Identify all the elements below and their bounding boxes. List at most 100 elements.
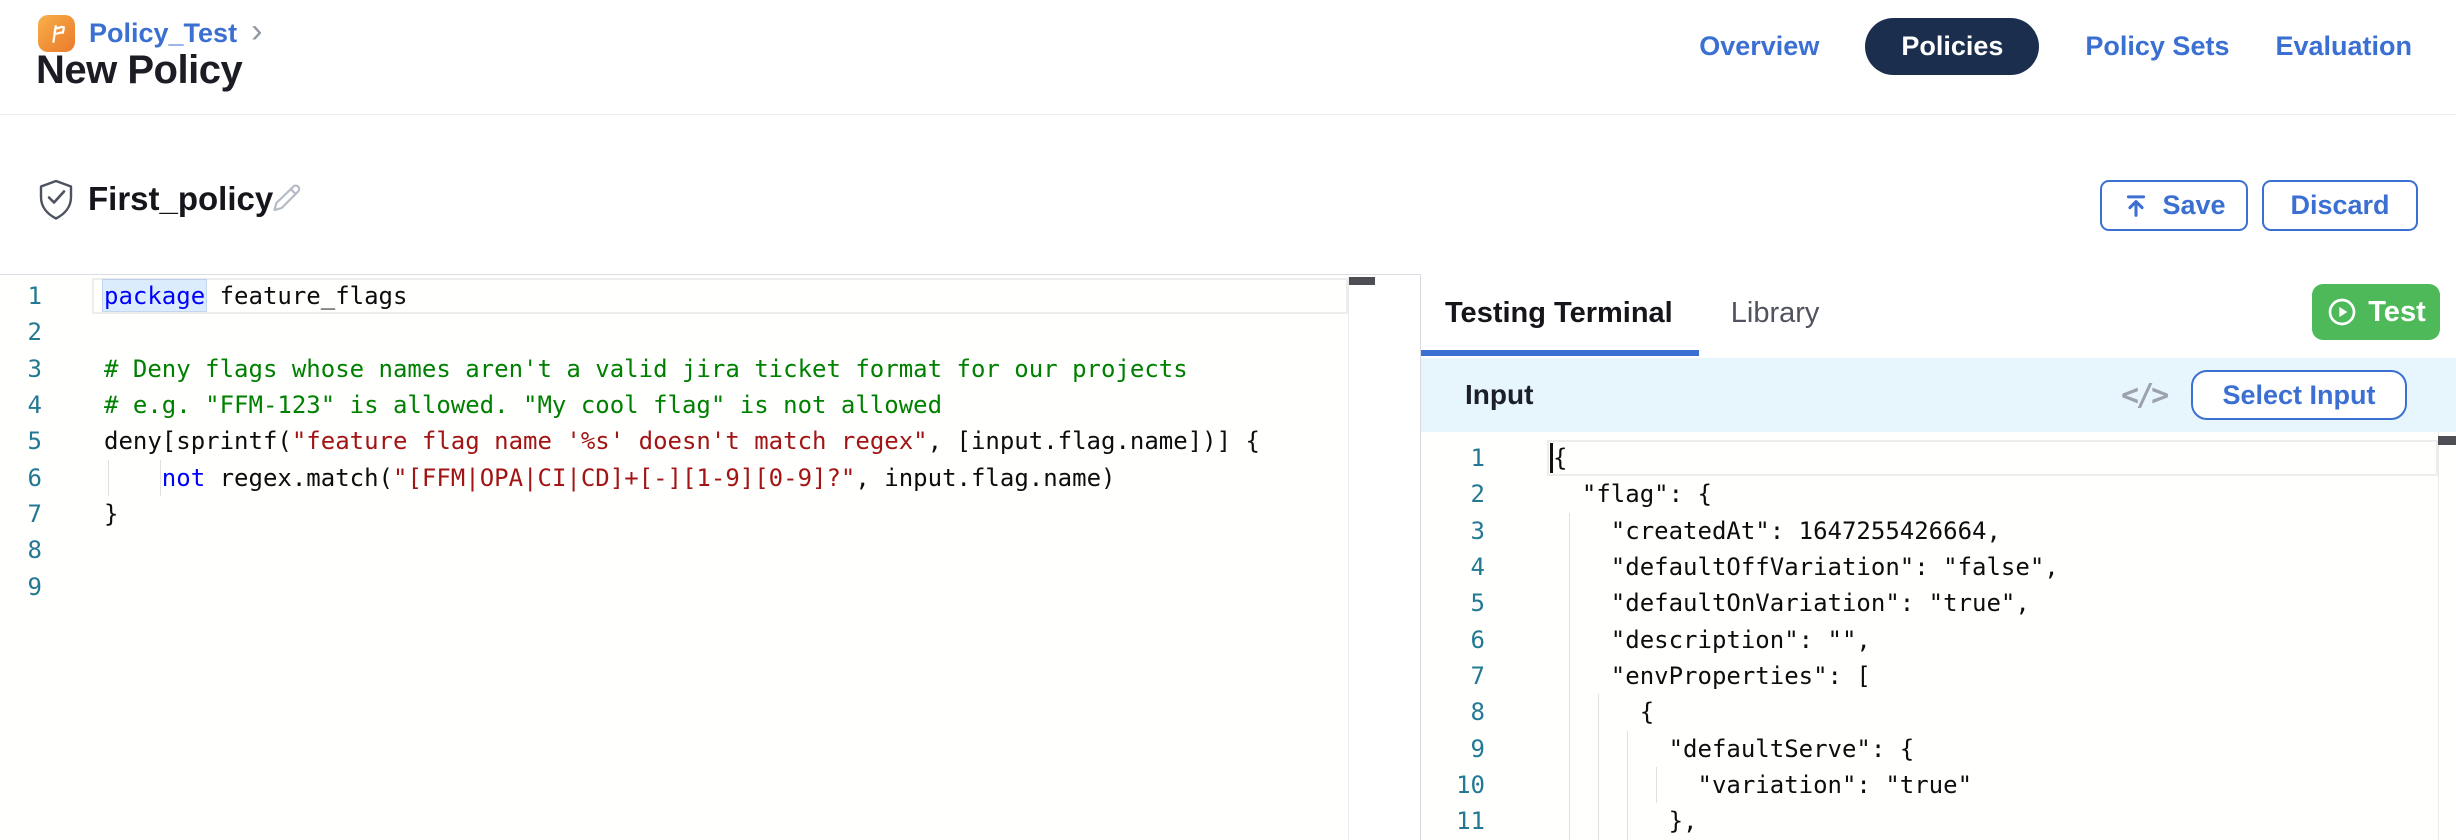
discard-button-label: Discard [2290, 190, 2389, 221]
indent-guide [1569, 694, 1570, 730]
indent-guide [1598, 731, 1599, 767]
scrollbar-track-edge [1348, 276, 1349, 840]
code-line: "description": "", [1553, 622, 1871, 658]
indent-guide [108, 460, 109, 496]
line-number: 4 [1421, 549, 1485, 585]
test-button-label: Test [2368, 296, 2425, 329]
save-button-label: Save [2162, 190, 2225, 221]
code-braces-icon[interactable]: </> [2121, 378, 2166, 413]
code-line: package feature_flags [104, 278, 407, 314]
edit-name-icon[interactable] [268, 180, 304, 216]
code-area: { "flag": { "createdAt": 1647255426664, … [1553, 440, 2456, 840]
line-number: 5 [0, 423, 42, 459]
line-number: 9 [1421, 731, 1485, 767]
code-line: "defaultServe": { [1553, 731, 1914, 767]
line-number-gutter: 1234567891011 [1421, 440, 1485, 840]
input-label: Input [1465, 379, 1533, 411]
indent-guide [1598, 694, 1599, 730]
indent-guide [1569, 585, 1570, 621]
policy-name: First_policy [88, 180, 273, 218]
code-line: "variation": "true" [1553, 767, 1972, 803]
breadcrumb-project-link[interactable]: Policy_Test [89, 18, 237, 49]
line-number: 2 [0, 314, 42, 350]
indent-guide [1569, 549, 1570, 585]
indent-guide [160, 460, 161, 496]
indent-guide [1656, 767, 1657, 803]
line-number-gutter: 123456789 [0, 278, 42, 840]
line-number: 7 [0, 496, 42, 532]
indent-guide [1569, 658, 1570, 694]
line-number: 8 [0, 532, 42, 568]
input-bar: Input </> Select Input [1421, 358, 2456, 432]
code-line: "envProperties": [ [1553, 658, 1871, 694]
play-icon [2326, 296, 2358, 328]
line-number: 10 [1421, 767, 1485, 803]
line-number: 11 [1421, 803, 1485, 839]
testing-tabs: Testing Terminal Library [1421, 274, 1819, 352]
line-number: 2 [1421, 476, 1485, 512]
indent-guide [1569, 622, 1570, 658]
text-cursor [1550, 443, 1553, 473]
discard-button[interactable]: Discard [2262, 180, 2418, 231]
upload-icon [2122, 192, 2150, 220]
nav-tab-policies[interactable]: Policies [1865, 18, 2039, 75]
code-line: not regex.match("[FFM|OPA|CI|CD]+[-][1-9… [104, 460, 1115, 496]
code-line: } [104, 496, 118, 532]
policy-toolbar: First_policy Save Discard [0, 150, 2456, 250]
line-number: 1 [0, 278, 42, 314]
code-line: deny[sprintf("feature flag name '%s' doe… [104, 423, 1260, 459]
select-input-button[interactable]: Select Input [2191, 370, 2407, 420]
indent-guide [1598, 803, 1599, 839]
tab-library[interactable]: Library [1731, 297, 1820, 330]
module-nav: Overview Policies Policy Sets Evaluation [1699, 16, 2412, 76]
code-line: "defaultOffVariation": "false", [1553, 549, 2059, 585]
nav-tab-overview[interactable]: Overview [1699, 31, 1819, 62]
indent-guide [1598, 767, 1599, 803]
line-number: 6 [0, 460, 42, 496]
input-json-editor[interactable]: 1234567891011 { "flag": { "createdAt": 1… [1421, 432, 2456, 840]
indent-guide [1569, 731, 1570, 767]
test-button[interactable]: Test [2312, 284, 2440, 340]
indent-guide [1627, 767, 1628, 803]
scrollbar-track-edge [2438, 432, 2439, 840]
policy-editor-page: Policy_Test › New Policy Overview Policie… [0, 0, 2456, 840]
code-line: "createdAt": 1647255426664, [1553, 513, 2001, 549]
indent-guide [1627, 731, 1628, 767]
indent-guide [1627, 803, 1628, 839]
line-number: 8 [1421, 694, 1485, 730]
policy-shield-icon [36, 178, 76, 222]
chevron-right-icon: › [251, 14, 262, 52]
scrollbar-thumb[interactable] [1349, 277, 1375, 285]
code-line: }, [1553, 803, 1698, 839]
code-line: # e.g. "FFM-123" is allowed. "My cool fl… [104, 387, 942, 423]
scrollbar-thumb[interactable] [2438, 436, 2456, 445]
indent-guide [1569, 803, 1570, 839]
line-number: 3 [0, 351, 42, 387]
policy-code-editor[interactable]: 123456789 package feature_flags # Deny fl… [0, 276, 1352, 840]
code-line: "defaultOnVariation": "true", [1553, 585, 2030, 621]
line-number: 4 [0, 387, 42, 423]
tab-testing-terminal[interactable]: Testing Terminal [1445, 297, 1673, 330]
code-line: "flag": { [1553, 476, 1712, 512]
line-number: 3 [1421, 513, 1485, 549]
line-number: 1 [1421, 440, 1485, 476]
code-line: # Deny flags whose names aren't a valid … [104, 351, 1188, 387]
save-button[interactable]: Save [2100, 180, 2248, 231]
code-area: package feature_flags # Deny flags whose … [104, 278, 1352, 840]
header-divider [0, 114, 2456, 115]
select-input-label: Select Input [2222, 380, 2375, 411]
nav-tab-evaluation[interactable]: Evaluation [2275, 31, 2412, 62]
code-line: { [1553, 694, 1654, 730]
nav-tab-policy-sets[interactable]: Policy Sets [2085, 31, 2229, 62]
flag-icon [44, 20, 70, 46]
indent-guide [1569, 513, 1570, 549]
breadcrumb: Policy_Test › [38, 14, 262, 52]
indent-guide [1569, 767, 1570, 803]
page-title: New Policy [36, 48, 242, 93]
line-number: 7 [1421, 658, 1485, 694]
line-number: 5 [1421, 585, 1485, 621]
line-number: 9 [0, 569, 42, 605]
code-line: { [1553, 440, 1567, 476]
testing-terminal-panel: Testing Terminal Library Test Input </> S… [1420, 274, 2456, 840]
active-tab-underline [1421, 350, 1699, 356]
